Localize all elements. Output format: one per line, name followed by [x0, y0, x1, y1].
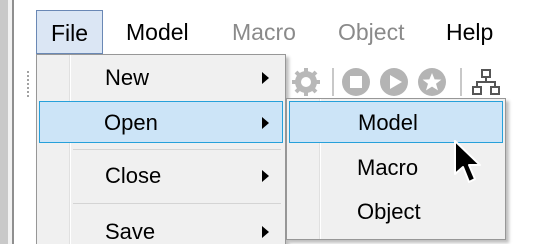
toolbar-separator — [460, 68, 462, 96]
file-menu: New Open Close Save — [36, 54, 286, 244]
submenu-item-label: Object — [357, 199, 421, 224]
menu-item-label: Open — [104, 110, 158, 135]
gear-icon[interactable] — [290, 66, 322, 98]
file-menu-item-save[interactable]: Save — [39, 211, 283, 244]
menu-separator — [73, 149, 281, 150]
toolbar-grip[interactable] — [26, 70, 30, 98]
menu-macro[interactable]: Macro — [218, 10, 310, 54]
submenu-arrow-icon — [262, 170, 269, 182]
menu-item-label: Close — [105, 163, 162, 188]
submenu-item-label: Model — [358, 110, 418, 135]
menu-bar: File Model Macro Object Help — [14, 0, 539, 60]
mouse-cursor-icon — [454, 140, 481, 183]
toolbar-separator — [332, 68, 334, 96]
submenu-arrow-icon — [262, 72, 269, 84]
stop-icon[interactable] — [340, 66, 372, 98]
play-icon[interactable] — [378, 66, 410, 98]
submenu-arrow-icon — [262, 226, 269, 238]
network-icon[interactable] — [470, 66, 502, 98]
menu-item-label: Save — [105, 219, 156, 244]
submenu-arrow-icon — [262, 117, 269, 129]
menu-help[interactable]: Help — [432, 10, 507, 54]
menu-object[interactable]: Object — [324, 10, 418, 54]
file-menu-item-open[interactable]: Open — [39, 101, 283, 143]
star-icon[interactable] — [416, 66, 448, 98]
menu-separator — [73, 203, 281, 204]
window-frame-edge — [0, 0, 8, 244]
menu-model[interactable]: Model — [112, 10, 203, 54]
file-menu-item-close[interactable]: Close — [39, 155, 283, 197]
menu-item-label: New — [105, 65, 150, 90]
menu-file[interactable]: File — [36, 10, 104, 54]
file-menu-item-new[interactable]: New — [39, 57, 283, 99]
submenu-item-label: Macro — [357, 155, 419, 180]
open-submenu-item-object[interactable]: Object — [289, 191, 503, 233]
open-submenu-item-model[interactable]: Model — [289, 101, 503, 143]
